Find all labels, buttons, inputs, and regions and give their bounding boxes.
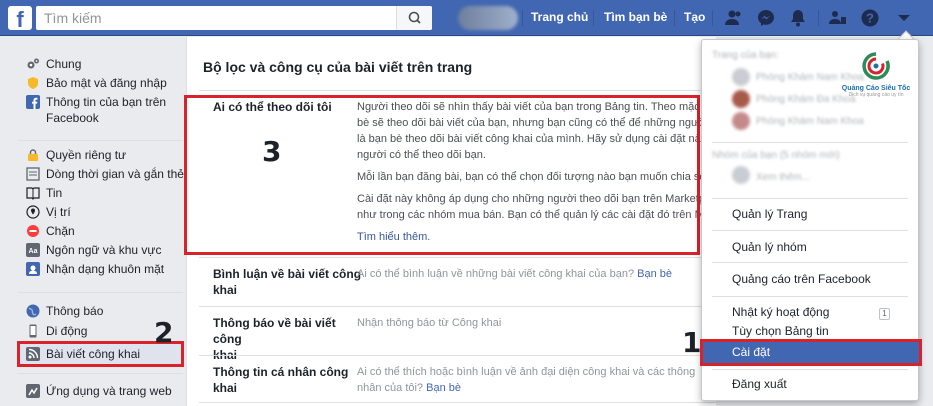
sidebar-item-stories[interactable]: Tin — [26, 185, 184, 204]
mobile-phone-icon — [29, 324, 37, 338]
sidebar-item-timeline-tagging[interactable]: Dòng thời gian và gắn thẻ — [26, 166, 184, 185]
row-divider — [199, 355, 717, 356]
settings-sidebar: Chung Bảo mật và đăng nhập Thông tin của… — [0, 37, 185, 406]
lock-icon — [28, 149, 38, 161]
block-icon — [27, 225, 39, 237]
search-input[interactable] — [36, 6, 394, 30]
profile-avatar[interactable] — [458, 6, 518, 30]
facebook-square-icon — [26, 95, 40, 109]
sidebar-item-privacy[interactable]: Quyền riêng tư — [26, 147, 184, 166]
brand-logo-icon — [862, 52, 890, 80]
timeline-icon — [26, 167, 40, 181]
public-profile-info-label: Thông tin cá nhân công khai — [213, 365, 349, 395]
top-navbar: f Trang chủ Tìm bạn bè Tạo ? — [0, 0, 933, 36]
page-avatar — [732, 90, 750, 108]
messenger-icon[interactable] — [756, 8, 776, 28]
annotation-number-2: 2 — [154, 316, 174, 349]
dropdown-header-pages: Trang của bạn: — [712, 50, 779, 61]
sidebar-item-language[interactable]: Aa Ngôn ngữ và khu vực — [26, 242, 184, 261]
menu-item-news-feed-preferences[interactable]: Tùy chọn Bảng tin — [732, 324, 829, 338]
row-divider — [199, 90, 717, 91]
dropdown-divider — [712, 262, 908, 263]
menu-item-log-out[interactable]: Đăng xuất — [732, 377, 787, 391]
dropdown-divider — [712, 296, 908, 297]
help-icon[interactable]: ? — [860, 8, 880, 28]
sidebar-item-notifications[interactable]: Thông báo — [26, 303, 103, 323]
sidebar-item-general[interactable]: Chung — [26, 56, 167, 75]
search-icon — [408, 11, 421, 24]
annotation-number-3: 3 — [262, 135, 282, 168]
friend-requests-icon[interactable] — [724, 8, 744, 28]
apps-icon — [26, 384, 40, 398]
menu-item-manage-pages[interactable]: Quản lý Trang — [732, 207, 807, 221]
svg-text:Aa: Aa — [29, 248, 38, 255]
book-icon — [26, 187, 40, 200]
public-profile-info-setting[interactable]: Ai có thể thích hoặc bình luận về ảnh đạ… — [357, 364, 712, 396]
menu-item-activity-log[interactable]: Nhật ký hoạt động — [732, 305, 829, 319]
highlight-box-follow-setting — [184, 95, 700, 255]
page-avatar — [732, 112, 750, 130]
language-icon: Aa — [26, 243, 40, 257]
sidebar-item-apps-websites[interactable]: Ứng dụng và trang web — [26, 383, 172, 402]
sidebar-group-account: Chung Bảo mật và đăng nhập Thông tin của… — [26, 56, 167, 128]
gears-icon — [27, 58, 39, 69]
dropdown-divider — [712, 198, 908, 199]
face-recognition-icon — [26, 262, 40, 276]
sidebar-divider — [18, 373, 183, 374]
page-title: Bộ lọc và công cụ của bài viết trên tran… — [203, 59, 473, 75]
row-divider — [199, 306, 717, 307]
public-post-notifications-setting[interactable]: Nhận thông báo từ Công khai — [357, 315, 712, 331]
highlight-box-settings — [700, 339, 922, 366]
search-button[interactable] — [396, 6, 432, 30]
sidebar-group-apps: Ứng dụng và trang web — [26, 383, 172, 402]
row-divider — [199, 257, 717, 258]
globe-icon — [26, 304, 40, 318]
facebook-logo[interactable]: f — [8, 6, 32, 30]
sidebar-group-privacy: Quyền riêng tư Dòng thời gian và gắn thẻ… — [26, 147, 184, 280]
notifications-icon[interactable] — [788, 8, 808, 28]
group-avatar — [732, 166, 750, 184]
dropdown-divider — [712, 142, 908, 143]
shield-icon — [28, 77, 38, 89]
public-comments-label: Bình luận về bài viết công khai — [213, 267, 362, 297]
sidebar-divider — [18, 140, 183, 141]
sidebar-item-face-recognition[interactable]: Nhận dạng khuôn mặt — [26, 261, 184, 280]
nav-find-friends[interactable]: Tìm bạn bè — [604, 10, 667, 24]
people-settings-icon[interactable] — [828, 8, 848, 28]
dropdown-divider — [712, 230, 908, 231]
sidebar-item-mobile[interactable]: Di động — [26, 323, 103, 343]
sidebar-item-location[interactable]: Vị trí — [26, 204, 184, 223]
nav-home[interactable]: Trang chủ — [531, 10, 588, 24]
dropdown-page-item[interactable]: Phòng Khám Nam Khoa — [756, 116, 864, 127]
location-icon — [26, 205, 40, 219]
sidebar-item-your-information[interactable]: Thông tin của bạn trên Facebook — [26, 94, 167, 128]
menu-item-facebook-ads[interactable]: Quảng cáo trên Facebook — [732, 272, 871, 286]
sidebar-group-notifications: Thông báo Di động — [26, 303, 103, 343]
search-box — [36, 6, 432, 30]
sidebar-divider — [18, 292, 183, 293]
sidebar-item-security[interactable]: Bảo mật và đăng nhập — [26, 75, 167, 94]
annotation-number-1: 1 — [682, 326, 702, 359]
svg-text:?: ? — [866, 11, 874, 26]
brand-watermark: Quảng Cáo Siêu Tốc Dịch vụ quảng cáo uy … — [840, 50, 912, 98]
dropdown-header-groups: Nhóm của bạn (5 nhóm mới) — [712, 150, 840, 161]
dropdown-see-more[interactable]: Xem thêm... — [756, 172, 810, 183]
account-menu-chevron-icon[interactable] — [894, 8, 914, 28]
activity-log-badge: 1 — [879, 308, 890, 320]
nav-create[interactable]: Tạo — [684, 10, 705, 24]
sidebar-item-blocking[interactable]: Chặn — [26, 223, 184, 242]
public-comments-setting[interactable]: Ai có thể bình luận về những bài viết cô… — [357, 266, 712, 282]
menu-item-manage-groups[interactable]: Quản lý nhóm — [732, 240, 807, 254]
dropdown-divider — [712, 369, 908, 370]
row-divider — [199, 402, 717, 403]
page-avatar — [732, 68, 750, 86]
